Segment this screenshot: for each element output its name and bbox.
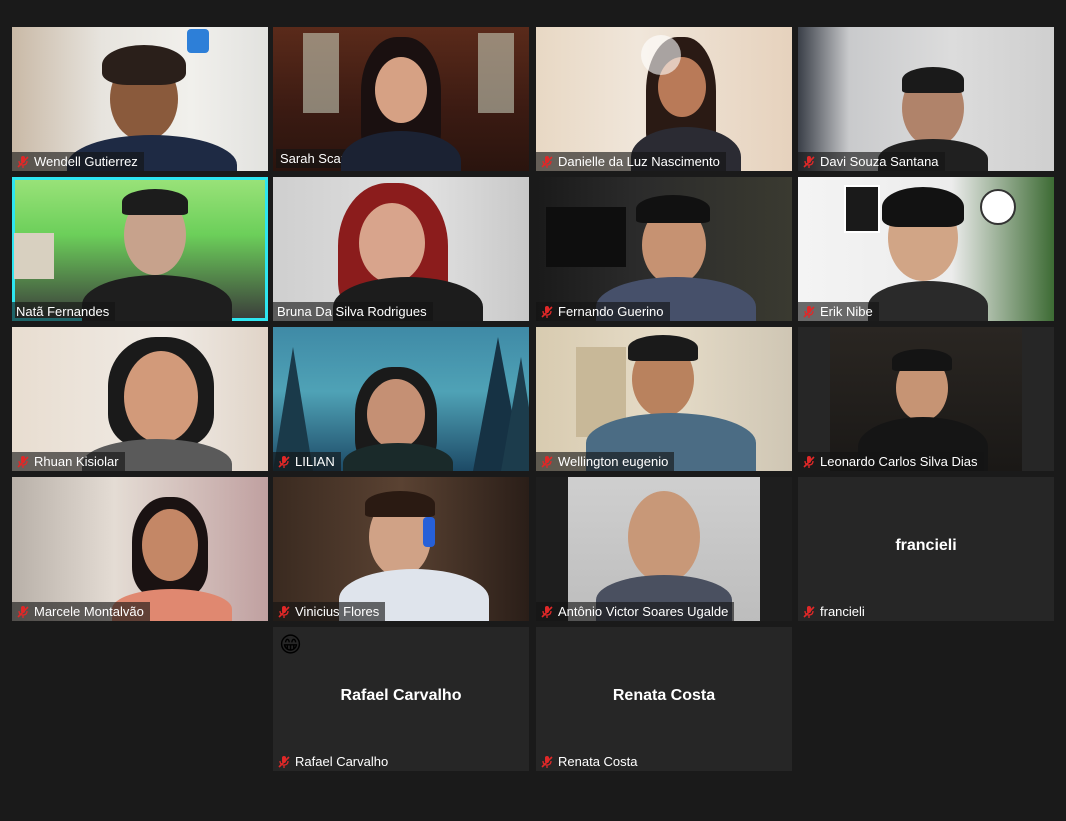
participant-name: Danielle da Luz Nascimento [558,154,720,169]
participant-name-tag: Renata Costa [536,752,644,771]
participant-tile[interactable]: Vinicius Flores [273,477,529,621]
participant-center-name: Rafael Carvalho [340,687,462,704]
participant-name-tag: Danielle da Luz Nascimento [536,152,726,171]
participant-tile-video-off[interactable]: Renata Costa Renata Costa [536,627,792,771]
participant-tile[interactable]: Natã Fernandes [12,177,268,321]
mic-off-icon [541,155,553,168]
participant-name: Wellington eugenio [558,454,669,469]
participant-video [536,27,792,171]
mic-off-icon [541,305,553,318]
participant-tile[interactable]: Wendell Gutierrez [12,27,268,171]
participant-name: Davi Souza Santana [820,154,939,169]
participant-tile[interactable]: Wellington eugenio [536,327,792,471]
mic-off-icon [803,455,815,468]
participant-video [798,177,1054,321]
participant-name-tag: Rhuan Kisiolar [12,452,125,471]
participant-tile[interactable]: Rhuan Kisiolar [12,327,268,471]
reaction-emoji: 😁 [279,633,302,658]
participant-name-tag: Fernando Guerino [536,302,670,321]
participant-name: Rhuan Kisiolar [34,454,119,469]
participant-video [12,177,268,321]
participant-video [536,477,792,621]
gallery-view: Wendell Gutierrez Sarah Scardini Daniell… [0,0,1066,821]
participant-name: francieli [820,604,865,619]
participant-video [12,477,268,621]
participant-name-tag: LILIAN [273,452,341,471]
participant-name-tag: Vinicius Flores [273,602,386,621]
participant-video [12,27,268,171]
participant-video [273,477,529,621]
participant-video [536,177,792,321]
participant-name: Renata Costa [558,754,638,769]
participant-name: Wendell Gutierrez [34,154,138,169]
participant-name: Vinicius Flores [295,604,380,619]
participant-name: LILIAN [295,454,335,469]
participant-tile-video-off[interactable]: 😁 Rafael Carvalho Rafael Carvalho [273,627,529,771]
participant-name: Antônio Victor Soares Ugalde [558,604,729,619]
mic-off-icon [17,605,29,618]
participant-name-tag: francieli [798,602,871,621]
participant-name: Erik Nibe [820,304,873,319]
participant-center-name: francieli [895,537,957,554]
participant-name-tag: Leonardo Carlos Silva Dias [798,452,984,471]
participant-name: Fernando Guerino [558,304,664,319]
participant-name-tag: Davi Souza Santana [798,152,945,171]
participant-name-tag: Wellington eugenio [536,452,675,471]
participant-tile[interactable]: Davi Souza Santana [798,27,1054,171]
participant-tile[interactable]: Bruna Da Silva Rodrigues [273,177,529,321]
participant-name: Rafael Carvalho [295,754,389,769]
mic-off-icon [803,155,815,168]
participant-video [273,177,529,321]
participant-tile[interactable]: Fernando Guerino [536,177,792,321]
participant-tile[interactable]: LILIAN [273,327,529,471]
participant-name-tag: Natã Fernandes [12,302,116,321]
participant-tile[interactable]: Antônio Victor Soares Ugalde [536,477,792,621]
participant-name: Natã Fernandes [16,304,110,319]
mic-off-icon [278,755,290,768]
participant-tile[interactable]: Marcele Montalvão [12,477,268,621]
participant-video [798,327,1054,471]
mic-off-icon [278,455,290,468]
mic-off-icon [541,755,553,768]
participant-name-tag: Marcele Montalvão [12,602,150,621]
participant-name-tag: Antônio Victor Soares Ugalde [536,602,735,621]
participant-name-tag: Wendell Gutierrez [12,152,144,171]
mic-off-icon [278,605,290,618]
participant-video [536,327,792,471]
participant-name: Leonardo Carlos Silva Dias [820,454,978,469]
participant-tile-video-off[interactable]: francieli francieli [798,477,1054,621]
participant-tile[interactable]: Danielle da Luz Nascimento [536,27,792,171]
participant-video [12,327,268,471]
participant-name-tag: Bruna Da Silva Rodrigues [273,302,433,321]
mic-off-icon [541,455,553,468]
participant-name-tag: Rafael Carvalho [273,752,394,771]
mic-off-icon [803,605,815,618]
participant-center-name: Renata Costa [612,687,716,704]
mic-off-icon [17,155,29,168]
participant-tile[interactable]: Erik Nibe [798,177,1054,321]
participant-name-tag: Erik Nibe [798,302,879,321]
participant-tile-active-speaker[interactable]: Sarah Scardini [273,27,529,171]
mic-off-icon [803,305,815,318]
mic-off-icon [541,605,553,618]
participant-tile[interactable]: Leonardo Carlos Silva Dias [798,327,1054,471]
participant-video [798,27,1054,171]
mic-off-icon [17,455,29,468]
participant-video [273,327,529,471]
participant-name: Marcele Montalvão [34,604,144,619]
participant-name: Bruna Da Silva Rodrigues [277,304,427,319]
